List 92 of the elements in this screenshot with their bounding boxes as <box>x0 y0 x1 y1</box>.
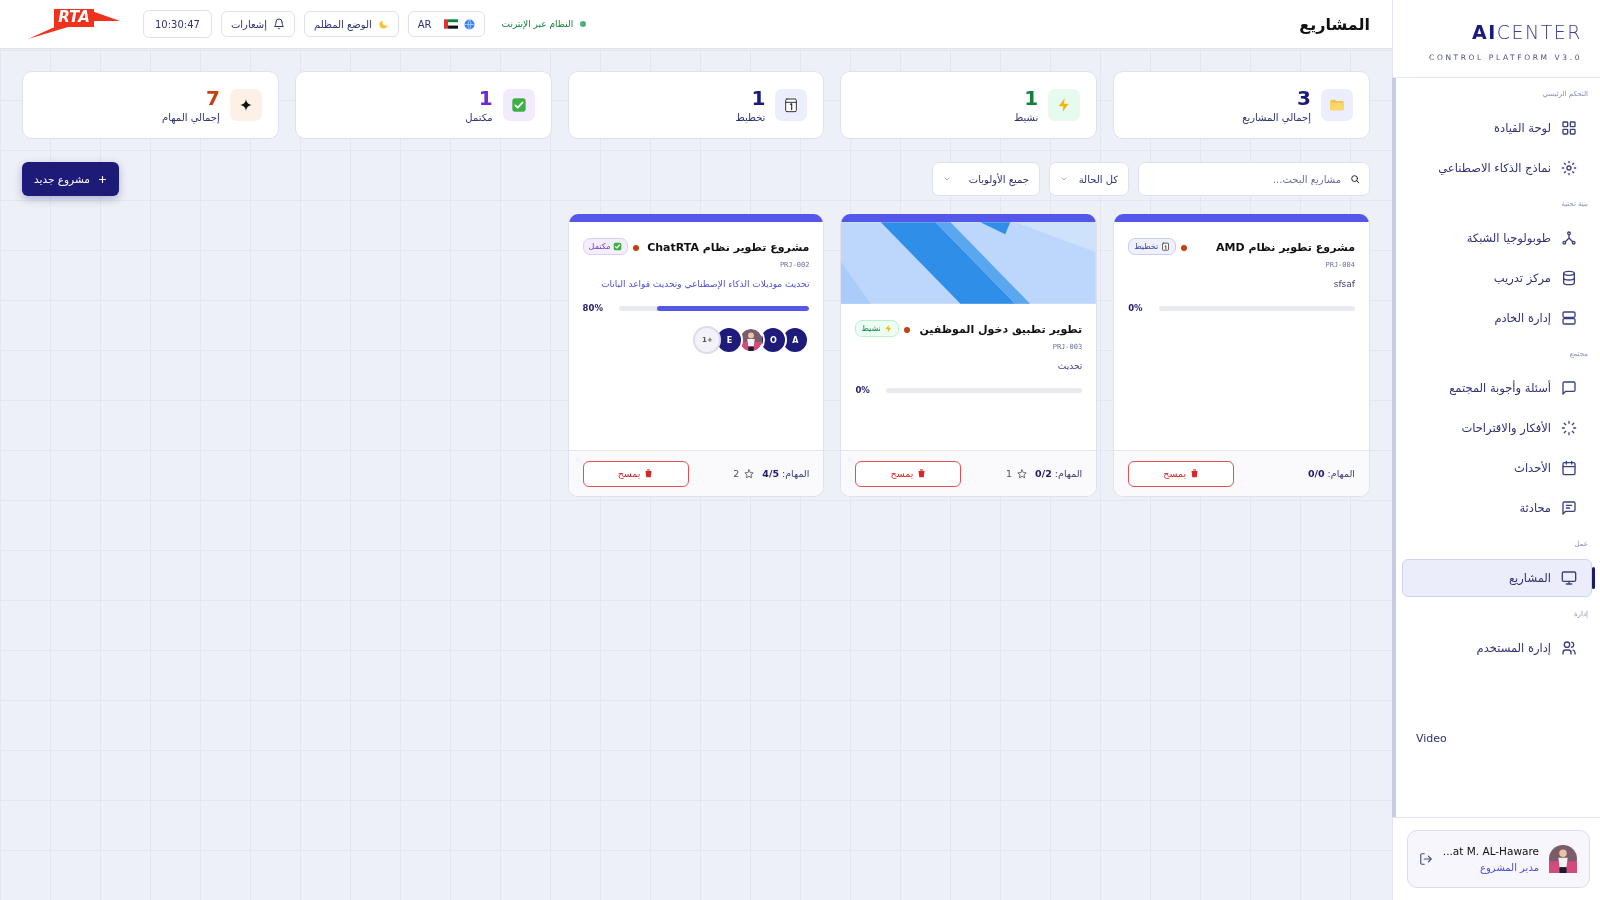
calendar-icon <box>1161 242 1171 251</box>
stat-value: 7 <box>204 87 220 109</box>
status-dot <box>580 21 587 27</box>
trash-icon <box>644 469 654 478</box>
stat-value: 3 <box>1296 87 1311 109</box>
users-icon <box>1561 640 1577 656</box>
video-label: Video <box>1416 732 1447 745</box>
star-icon <box>744 468 755 479</box>
project-description: تحديث <box>1056 360 1083 373</box>
priority-dot <box>1181 245 1188 251</box>
chevron-down-icon <box>1060 175 1068 183</box>
user-name: ...at M. AL-Haware <box>1442 845 1539 857</box>
stat-value: 1 <box>477 87 493 109</box>
priority-dot <box>633 245 640 251</box>
sidebar-item[interactable]: الأفكار والاقتراحات <box>1402 408 1592 448</box>
sidebar-item[interactable]: مركز تدريب <box>1402 258 1592 298</box>
favorite-count: 1 <box>1006 468 1013 479</box>
check-icon <box>613 242 623 251</box>
stat-value: 1 <box>750 87 766 109</box>
status-badge: نشيط <box>855 320 899 337</box>
project-title: تطوير تطبيق دخول الموظفين <box>918 322 1083 338</box>
calendar-icon <box>1561 460 1577 476</box>
sidebar-item[interactable]: إدارة الخادم <box>1402 298 1592 338</box>
project-description: sfsaf <box>1332 278 1355 291</box>
trash-icon <box>1190 469 1200 478</box>
sidebar-item[interactable]: الأحداث <box>1402 448 1592 488</box>
lightning-icon <box>883 324 893 333</box>
search-field[interactable]: مشاريع البحث... <box>1138 162 1370 196</box>
sparkle-icon <box>1561 160 1577 176</box>
network-icon <box>1561 230 1577 246</box>
sidebar-item[interactable]: أسئلة وأجوبة المجتمع <box>1402 368 1592 408</box>
delete-button[interactable]: يمسح <box>1128 460 1235 487</box>
status-badge: تخطيط <box>1128 238 1177 255</box>
folder-icon <box>1329 97 1345 113</box>
member-avatar: O <box>759 326 788 354</box>
page-title: المشاريع <box>1299 14 1370 34</box>
progress-percent: 0% <box>855 385 870 395</box>
stat-label: مكتمل <box>465 112 493 123</box>
rta-logo: RTA <box>28 9 120 39</box>
delete-button[interactable]: يمسح <box>582 460 689 487</box>
status-text: النظام عبر الإنترنت <box>501 19 574 29</box>
sidebar-item[interactable]: نماذج الذكاء الاصطناعي <box>1402 148 1592 188</box>
dark-mode-button[interactable]: الوضع المظلم <box>304 11 399 37</box>
logout-button[interactable] <box>1418 852 1433 866</box>
search-icon <box>1350 174 1360 184</box>
stat-label: إجمالي المهام <box>162 112 220 123</box>
stat-label: تخطيط <box>735 112 766 123</box>
grid-icon <box>1561 120 1577 136</box>
avatar-icon <box>1549 845 1577 873</box>
monitor-icon <box>1561 570 1577 586</box>
flag-icon <box>443 19 458 29</box>
delete-button[interactable]: يمسح <box>855 460 962 487</box>
language-button[interactable]: AR <box>407 11 485 37</box>
moon-icon <box>377 18 389 30</box>
globe-icon <box>463 18 475 30</box>
avatar-icon <box>740 329 763 351</box>
project-title: مشروع تطوير نظام ChatRTA <box>646 240 810 256</box>
sidebar-item[interactable]: طوبولوجيا الشبكة <box>1402 218 1592 258</box>
brand-logo: AICENTER <box>1471 21 1582 43</box>
sidebar-item[interactable]: إدارة المستخدم <box>1402 628 1592 668</box>
sidebar-item[interactable]: محادثة <box>1402 488 1592 528</box>
calendar-icon <box>783 97 800 113</box>
progress-percent: 80% <box>582 303 603 313</box>
stat-value: 1 <box>1023 87 1039 109</box>
bell-icon <box>273 18 285 30</box>
clock: 10:30:47 <box>143 10 212 38</box>
project-description: تحديث موديلات الذكاء الإصطناعي وتحديث قواعد البانات <box>600 278 810 291</box>
chevron-down-icon <box>943 175 951 183</box>
progress-percent: 0% <box>1128 303 1143 313</box>
star-icon <box>1017 468 1028 479</box>
priority-dropdown[interactable]: جميع الأولويات <box>932 162 1040 196</box>
project-title: مشروع تطوير نظام AMD <box>1214 240 1355 256</box>
stat-label: نشيط <box>1014 112 1039 123</box>
priority-dot <box>903 327 910 333</box>
notifications-button[interactable]: إشعارات <box>220 11 295 37</box>
message-icon <box>1561 500 1577 516</box>
status-badge: مكتمل <box>582 238 629 255</box>
server-icon <box>1561 310 1577 326</box>
sidebar-item[interactable]: المشاريع <box>1402 559 1592 597</box>
new-project-button[interactable]: مشروع جديد <box>22 162 119 196</box>
favorite-count: 2 <box>733 468 740 479</box>
status-dropdown[interactable]: كل الحالة <box>1049 162 1129 196</box>
check-icon <box>510 97 527 113</box>
user-role: مدير المشروع <box>1479 862 1539 873</box>
logout-icon <box>1418 852 1433 866</box>
stat-label: إجمالي المشاريع <box>1242 112 1311 123</box>
chat-icon <box>1561 380 1577 396</box>
trash-icon <box>917 469 927 478</box>
database-icon <box>1561 270 1577 286</box>
loader-icon <box>1561 420 1577 436</box>
sidebar-item[interactable]: لوحة القيادة <box>1402 108 1592 148</box>
plus-icon <box>97 174 107 184</box>
